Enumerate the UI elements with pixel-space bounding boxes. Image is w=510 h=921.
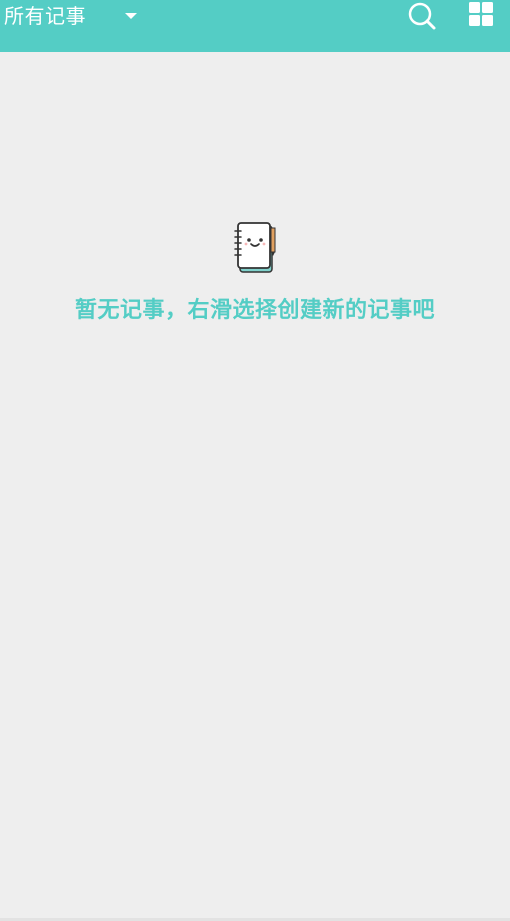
app-bar: 所有记事 — [0, 0, 510, 52]
grid-view-icon[interactable] — [467, 0, 495, 28]
empty-state: 暂无记事，右滑选择创建新的记事吧 — [0, 220, 510, 324]
search-icon[interactable] — [404, 0, 438, 34]
caret-down-icon[interactable] — [124, 12, 138, 20]
app-title: 所有记事 — [4, 4, 86, 28]
notes-screen: 所有记事 暂无记事，右滑选择创建新的记事吧 — [0, 0, 510, 921]
category-dropdown[interactable]: 所有记事 — [0, 0, 86, 32]
notebook-icon — [234, 222, 276, 273]
empty-state-message: 暂无记事，右滑选择创建新的记事吧 — [74, 298, 435, 323]
